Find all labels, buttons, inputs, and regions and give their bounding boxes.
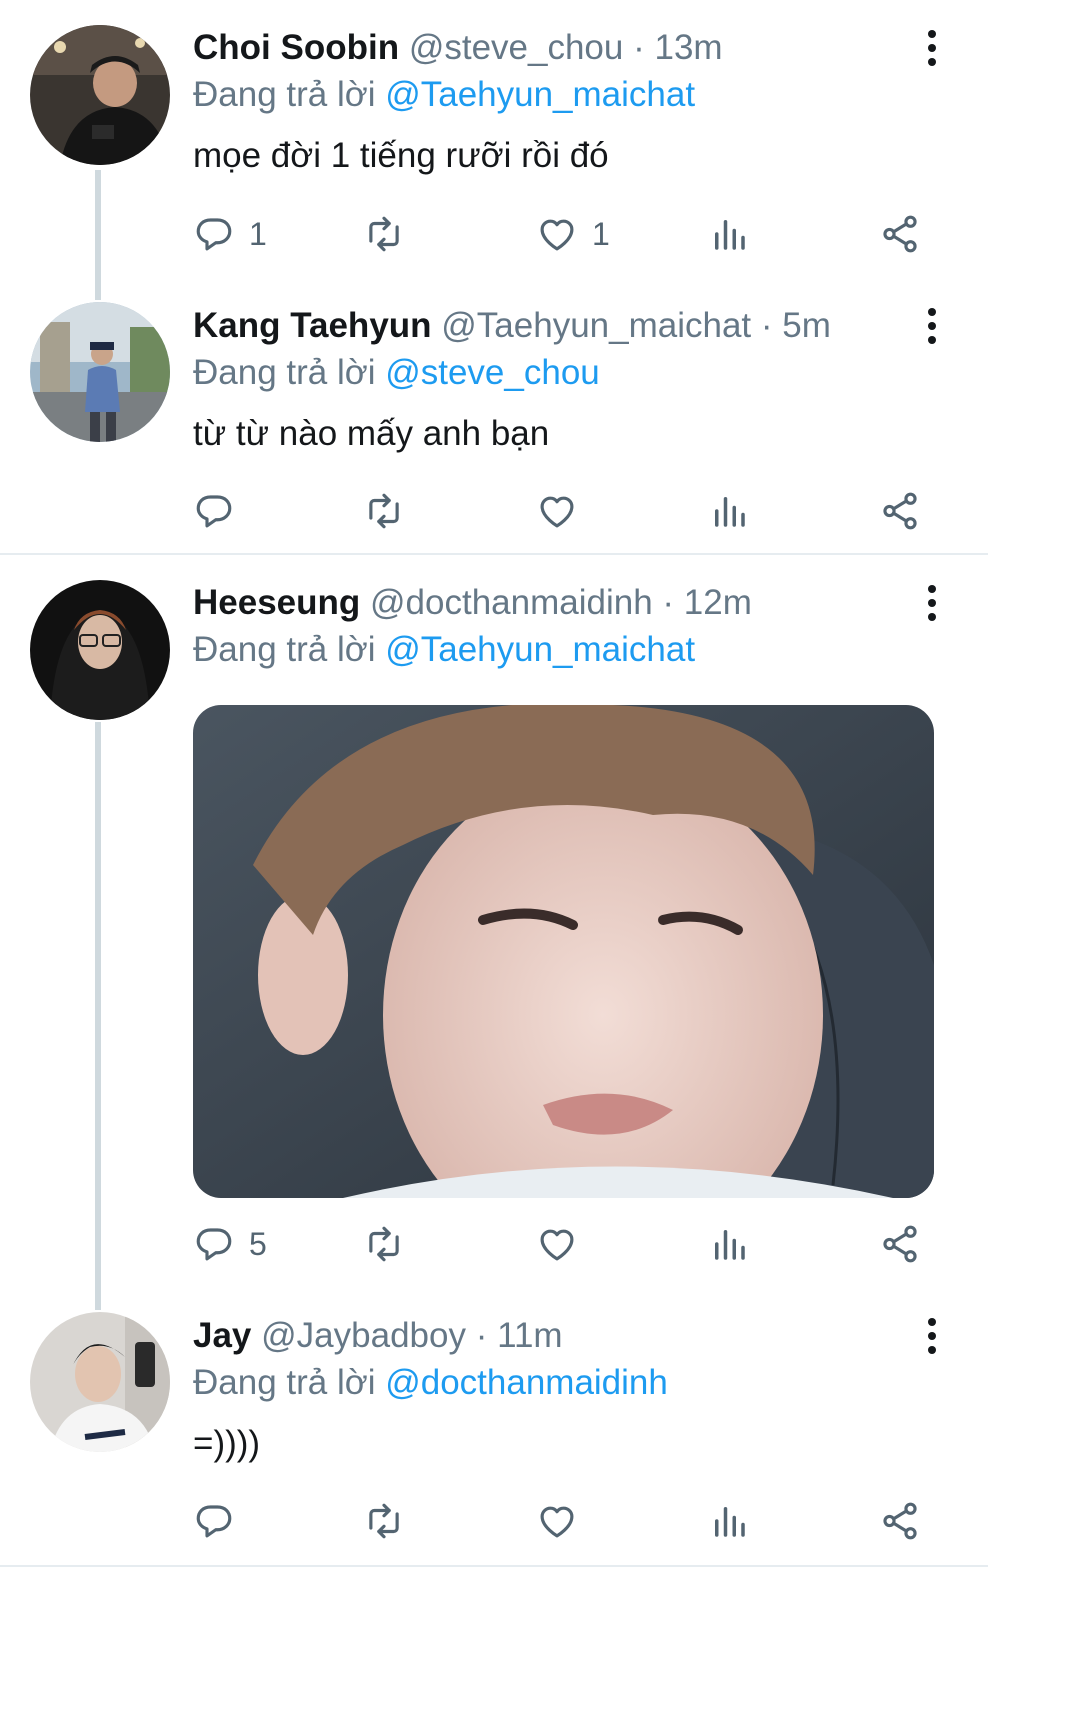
reply-context: Đang trả lời @Taehyun_maichat xyxy=(193,628,695,672)
analytics-icon xyxy=(708,213,750,255)
reply-prefix: Đang trả lời xyxy=(193,630,376,669)
reply-mention-link[interactable]: @steve_chou xyxy=(385,353,600,392)
display-name[interactable]: Choi Soobin xyxy=(193,28,399,67)
thread-line xyxy=(95,170,101,300)
reply-count: 1 xyxy=(249,215,267,252)
timestamp[interactable]: 5m xyxy=(782,306,831,345)
analytics-icon xyxy=(708,490,750,532)
reply-icon xyxy=(193,213,235,255)
tweet-header: Heeseung @docthanmaidinh · 12m xyxy=(193,581,989,625)
retweet-icon xyxy=(363,1223,405,1265)
separator-dot: · xyxy=(662,583,675,622)
tweet-text: =)))) xyxy=(193,1424,261,1463)
username[interactable]: @docthanmaidinh xyxy=(370,583,653,622)
display-name[interactable]: Heeseung xyxy=(193,583,360,622)
like-count: 1 xyxy=(592,215,610,252)
tweet-media-image[interactable] xyxy=(193,705,934,1198)
analytics-icon xyxy=(708,1500,750,1542)
timestamp[interactable]: 12m xyxy=(684,583,752,622)
reply-mention-link[interactable]: @docthanmaidinh xyxy=(385,1363,668,1402)
more-icon[interactable] xyxy=(920,1314,944,1358)
separator-dot: · xyxy=(475,1316,488,1355)
tweet-actions xyxy=(193,487,933,535)
like-button[interactable] xyxy=(536,1497,578,1545)
reply-button[interactable]: 1 xyxy=(193,210,267,258)
retweet-button[interactable] xyxy=(363,487,405,535)
like-button[interactable] xyxy=(536,1220,578,1268)
analytics-button[interactable] xyxy=(708,210,750,258)
share-button[interactable] xyxy=(879,210,921,258)
retweet-icon xyxy=(363,490,405,532)
reply-context: Đang trả lời @steve_chou xyxy=(193,351,600,395)
reply-context: Đang trả lời @Taehyun_maichat xyxy=(193,73,695,117)
retweet-icon xyxy=(363,1500,405,1542)
reply-button[interactable] xyxy=(193,487,235,535)
tweet-header: Kang Taehyun @Taehyun_maichat · 5m xyxy=(193,304,989,348)
more-icon[interactable] xyxy=(920,304,944,348)
retweet-icon xyxy=(363,213,405,255)
reply-prefix: Đang trả lời xyxy=(193,353,376,392)
reply-prefix: Đang trả lời xyxy=(193,1363,376,1402)
analytics-button[interactable] xyxy=(708,1220,750,1268)
like-button[interactable]: 1 xyxy=(536,210,610,258)
retweet-button[interactable] xyxy=(363,1220,405,1268)
reply-icon xyxy=(193,490,235,532)
avatar[interactable] xyxy=(30,302,170,442)
share-button[interactable] xyxy=(879,487,921,535)
share-icon xyxy=(879,1223,921,1265)
reply-context: Đang trả lời @docthanmaidinh xyxy=(193,1361,668,1405)
separator-dot: · xyxy=(760,306,773,345)
display-name[interactable]: Kang Taehyun xyxy=(193,306,432,345)
display-name[interactable]: Jay xyxy=(193,1316,251,1355)
analytics-button[interactable] xyxy=(708,1497,750,1545)
share-icon xyxy=(879,1500,921,1542)
reply-prefix: Đang trả lời xyxy=(193,75,376,114)
username[interactable]: @Taehyun_maichat xyxy=(441,306,751,345)
retweet-button[interactable] xyxy=(363,210,405,258)
tweet-text: mọe đời 1 tiếng rưỡi rồi đó xyxy=(193,136,609,175)
timestamp[interactable]: 11m xyxy=(497,1316,563,1355)
separator-dot: · xyxy=(633,28,645,67)
thread-line xyxy=(95,722,101,1310)
tweet-text: từ từ nào mấy anh bạn xyxy=(193,414,550,453)
share-button[interactable] xyxy=(879,1220,921,1268)
share-icon xyxy=(879,490,921,532)
reply-button[interactable] xyxy=(193,1497,235,1545)
avatar[interactable] xyxy=(30,1312,170,1452)
conversation-divider xyxy=(0,1565,988,1567)
reply-icon xyxy=(193,1223,235,1265)
tweet-actions: 1 1 xyxy=(193,210,933,258)
tweet-header: Choi Soobin @steve_chou · 13m xyxy=(193,26,989,70)
avatar[interactable] xyxy=(30,580,170,720)
like-icon xyxy=(536,1500,578,1542)
reply-mention-link[interactable]: @Taehyun_maichat xyxy=(385,75,695,114)
reply-icon xyxy=(193,1500,235,1542)
timestamp[interactable]: 13m xyxy=(654,28,722,67)
username[interactable]: @steve_chou xyxy=(409,28,624,67)
tweet-actions: 5 xyxy=(193,1220,933,1268)
like-icon xyxy=(536,213,578,255)
like-button[interactable] xyxy=(536,487,578,535)
like-icon xyxy=(536,490,578,532)
tweet-header: Jay @Jaybadboy · 11m xyxy=(193,1314,989,1358)
tweet-actions xyxy=(193,1497,933,1545)
more-icon[interactable] xyxy=(920,26,944,70)
share-icon xyxy=(879,213,921,255)
more-icon[interactable] xyxy=(920,581,944,625)
analytics-icon xyxy=(708,1223,750,1265)
reply-button[interactable]: 5 xyxy=(193,1220,267,1268)
share-button[interactable] xyxy=(879,1497,921,1545)
analytics-button[interactable] xyxy=(708,487,750,535)
avatar[interactable] xyxy=(30,25,170,165)
like-icon xyxy=(536,1223,578,1265)
reply-mention-link[interactable]: @Taehyun_maichat xyxy=(385,630,695,669)
conversation-divider xyxy=(0,553,988,555)
retweet-button[interactable] xyxy=(363,1497,405,1545)
reply-count: 5 xyxy=(249,1225,267,1262)
username[interactable]: @Jaybadboy xyxy=(261,1316,466,1355)
